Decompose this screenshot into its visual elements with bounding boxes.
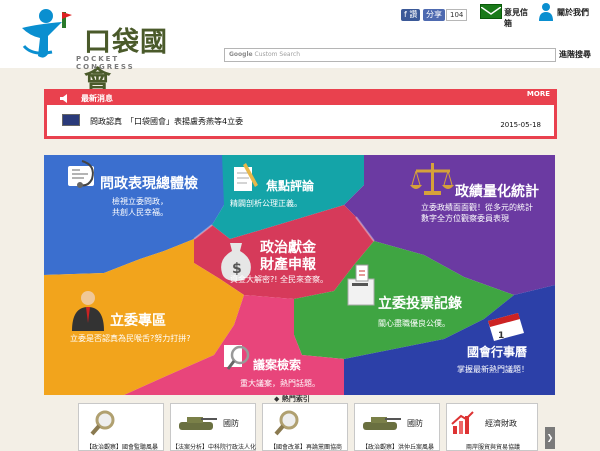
latest-news-panel: 最新消息 MORE 問政認真 「口袋國會」表揚盧秀燕等4立委 2015-05-1… bbox=[44, 89, 557, 139]
news-more-link[interactable]: MORE bbox=[527, 90, 550, 98]
search-brand: Google bbox=[229, 51, 253, 58]
advanced-search-button[interactable]: 進階搜尋 bbox=[559, 49, 591, 60]
facebook-like-button[interactable]: f 讚 bbox=[401, 9, 421, 21]
section-stats-sub1: 立委政績面面觀！從多元的統計 bbox=[421, 203, 533, 212]
hot-card-label: 兩岸服貿與貿易協議 bbox=[465, 444, 520, 451]
mail-label: 意見信箱 bbox=[504, 8, 528, 28]
magnifier-icon bbox=[274, 410, 299, 436]
search-input[interactable]: Google Custom Search bbox=[224, 48, 556, 62]
hot-index-title-text: 熱門索引 bbox=[281, 395, 310, 403]
section-vote-sub: 關心盡職優良公僕。 bbox=[378, 319, 450, 328]
tank-icon bbox=[179, 417, 217, 430]
hot-card[interactable]: 經濟財政 兩岸服貿與貿易協議 bbox=[446, 403, 538, 451]
section-watch-sub1: 檢視立委問政， bbox=[112, 197, 168, 206]
hot-card[interactable]: 國防 【政治觀察】洪仲丘案風暴 bbox=[354, 403, 440, 451]
feature-map: $ 1 問政表現總體檢 檢視立委問政， 共創人民幸福。 焦點評論 精闢剖析公理正… bbox=[44, 155, 555, 395]
share-button[interactable]: 分享 bbox=[423, 9, 445, 21]
section-zone-sub: 立委是否認真為民喉舌?努力打拼? bbox=[70, 334, 191, 343]
section-focus-sub: 精闢剖析公理正義。 bbox=[230, 199, 302, 208]
chevron-right-icon: ❯ bbox=[546, 433, 554, 442]
feedback-mailbox-link[interactable]: 意見信箱 bbox=[480, 3, 535, 28]
news-thumbnail[interactable] bbox=[62, 114, 80, 126]
section-calendar-sub: 掌握最新熱門議題！ bbox=[457, 365, 529, 374]
section-focus-title[interactable]: 焦點評論 bbox=[266, 177, 314, 194]
news-date: 2015-05-18 bbox=[500, 121, 541, 129]
logo-figure-icon bbox=[22, 9, 72, 58]
news-title: 最新消息 bbox=[81, 94, 113, 103]
next-arrow-button[interactable]: ❯ bbox=[545, 427, 555, 449]
hot-card-label: 【政治觀察】國會監聽風暴 bbox=[85, 444, 158, 451]
search-placeholder: Custom Search bbox=[254, 51, 301, 58]
section-watch-sub2: 共創人民幸福。 bbox=[112, 208, 168, 217]
about-us-link[interactable]: 關於我們 bbox=[538, 3, 600, 21]
news-header-bar: 最新消息 MORE bbox=[47, 90, 554, 105]
section-money-sub: 資金大解密?! 全民來查察。 bbox=[230, 275, 328, 284]
logo[interactable]: 口袋國會 POCKET CONGRESS bbox=[18, 6, 168, 97]
share-count: 104 bbox=[446, 9, 468, 21]
mail-icon bbox=[480, 4, 502, 19]
about-label: 關於我們 bbox=[557, 8, 589, 17]
tank-icon bbox=[363, 417, 401, 430]
hot-card-tag: 國防 bbox=[407, 419, 423, 428]
hot-card-label: 【政治觀察】洪仲丘案風暴 bbox=[361, 444, 434, 451]
hot-card[interactable]: 國防 【法案分析】中科院行政法人化 bbox=[170, 403, 256, 451]
section-watch-title[interactable]: 問政表現總體檢 bbox=[100, 173, 198, 193]
hot-card[interactable]: 【國會改革】再論黨團協商 bbox=[262, 403, 348, 451]
section-calendar-title[interactable]: 國會行事曆 bbox=[467, 343, 527, 360]
hot-card-label: 【國會改革】再論黨團協商 bbox=[269, 444, 342, 451]
section-money-title2[interactable]: 財產申報 bbox=[260, 254, 316, 274]
hot-card-label: 【法案分析】中科院行政法人化 bbox=[171, 444, 256, 451]
hot-card-tag: 國防 bbox=[223, 419, 239, 428]
logo-subtitle: POCKET CONGRESS bbox=[76, 55, 135, 71]
growth-chart-icon bbox=[451, 411, 474, 434]
section-vote-title[interactable]: 立委投票記錄 bbox=[378, 293, 462, 313]
person-icon bbox=[539, 3, 553, 21]
section-zone-title[interactable]: 立委專區 bbox=[110, 310, 166, 330]
news-headline[interactable]: 問政認真 「口袋國會」表揚盧秀燕等4立委 bbox=[90, 116, 243, 127]
hot-index-row: 【政治觀察】國會監聽風暴 國防 【法案分析】中科院行政法人化 【國會改革】再論黨… bbox=[78, 403, 548, 451]
pin-icon: ◆ bbox=[274, 395, 280, 403]
section-bills-sub: 重大議案，熱門話題。 bbox=[240, 379, 320, 388]
hot-card-tag: 經濟財政 bbox=[485, 419, 517, 428]
header: 口袋國會 POCKET CONGRESS f 讚 分享 104 意見信箱 關於我… bbox=[0, 0, 600, 97]
section-stats-sub2: 數字全方位觀察委員表現 bbox=[421, 214, 509, 223]
section-stats-title[interactable]: 政績量化統計 bbox=[455, 181, 539, 201]
magnifier-icon bbox=[90, 410, 115, 436]
section-bills-title[interactable]: 議案檢索 bbox=[253, 356, 301, 373]
svg-text:1: 1 bbox=[498, 331, 504, 341]
hot-card[interactable]: 【政治觀察】國會監聽風暴 bbox=[78, 403, 164, 451]
speaker-icon bbox=[60, 94, 67, 103]
